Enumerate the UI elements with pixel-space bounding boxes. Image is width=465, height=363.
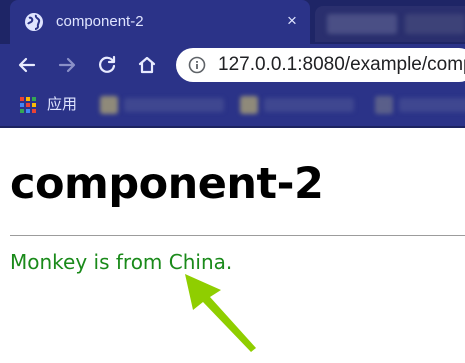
active-tab[interactable]: component-2 × bbox=[10, 0, 310, 44]
horizontal-rule bbox=[10, 235, 465, 236]
inactive-tab[interactable] bbox=[315, 6, 465, 42]
home-icon[interactable] bbox=[132, 50, 162, 80]
bookmark-item[interactable] bbox=[399, 98, 465, 112]
close-tab-icon[interactable]: × bbox=[281, 10, 303, 32]
forward-arrow-icon[interactable] bbox=[52, 50, 82, 80]
bookmark-item[interactable] bbox=[375, 96, 393, 114]
page-title: component-2 bbox=[10, 159, 324, 209]
bookmark-item[interactable] bbox=[124, 98, 224, 112]
bookmark-item[interactable] bbox=[240, 96, 258, 114]
bookmarks-bar: 应用 bbox=[0, 86, 465, 126]
bookmark-item[interactable] bbox=[100, 96, 118, 114]
reload-icon[interactable] bbox=[92, 50, 122, 80]
bookmark-item[interactable] bbox=[264, 98, 354, 112]
tab-strip: component-2 × bbox=[0, 0, 465, 44]
url-text[interactable]: 127.0.0.1:8080/example/comp bbox=[218, 53, 465, 77]
apps-grid-icon[interactable] bbox=[20, 97, 36, 113]
address-bar[interactable]: 127.0.0.1:8080/example/comp bbox=[176, 48, 465, 82]
browser-toolbar: 127.0.0.1:8080/example/comp bbox=[0, 44, 465, 86]
tab-title: component-2 bbox=[56, 13, 144, 30]
info-icon[interactable] bbox=[188, 56, 206, 74]
message-text: Monkey is from China. bbox=[10, 250, 233, 274]
apps-label[interactable]: 应用 bbox=[47, 95, 77, 115]
chrome-divider bbox=[0, 126, 465, 128]
back-arrow-icon[interactable] bbox=[12, 50, 42, 80]
globe-icon bbox=[25, 13, 43, 31]
